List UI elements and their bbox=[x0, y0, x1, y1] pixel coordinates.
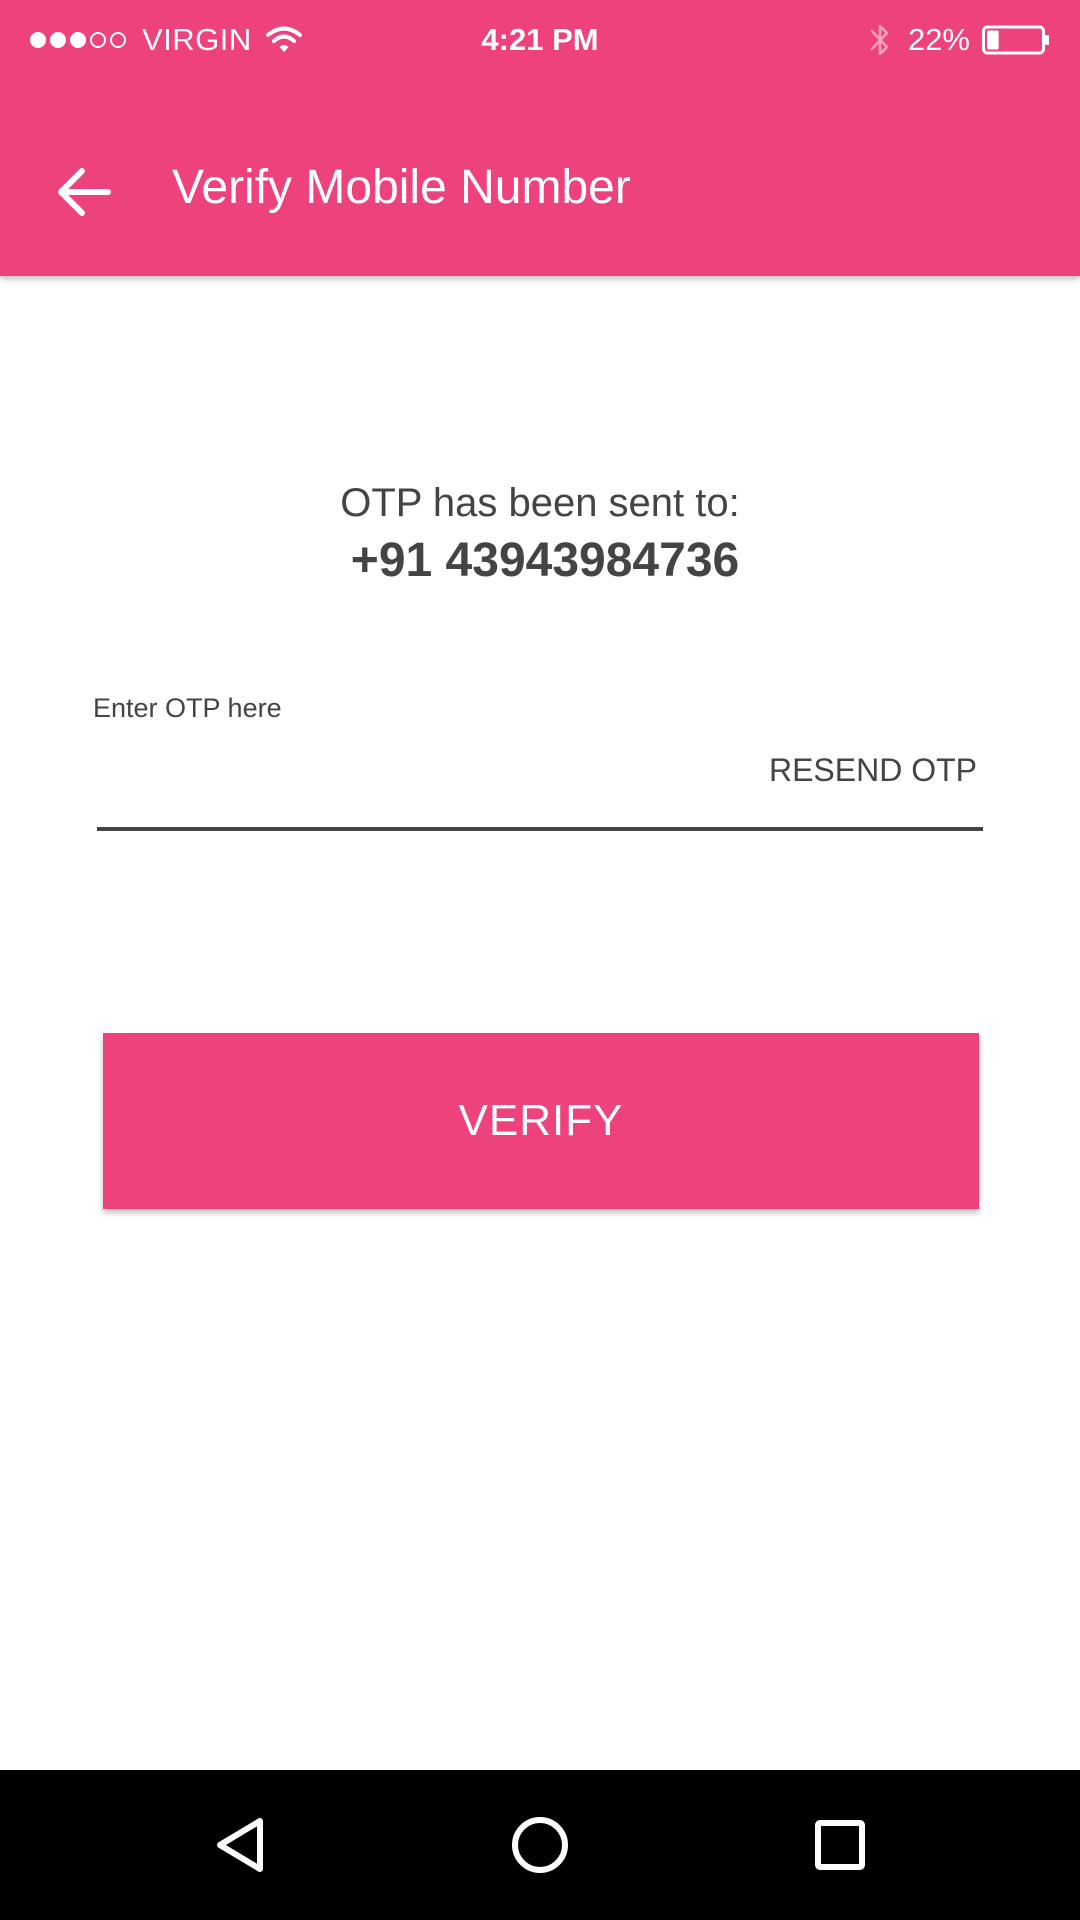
circle-home-icon bbox=[512, 1817, 568, 1873]
status-bar: VIRGIN 4:21 PM 22% bbox=[0, 0, 1080, 78]
page-title: Verify Mobile Number bbox=[172, 161, 631, 214]
verify-mobile-screen: VIRGIN 4:21 PM 22% Verify Mobile Number … bbox=[0, 0, 1080, 1920]
nav-home-button[interactable] bbox=[490, 1795, 590, 1895]
bluetooth-icon bbox=[870, 24, 889, 56]
otp-sent-info: OTP has been sent to: +91 43943984736 bbox=[0, 476, 1080, 592]
nav-back-button[interactable] bbox=[190, 1795, 290, 1895]
triangle-back-icon bbox=[217, 1818, 263, 1872]
verify-button[interactable]: VERIFY bbox=[103, 1033, 979, 1209]
arrow-left-icon[interactable] bbox=[56, 166, 112, 218]
square-recents-icon bbox=[815, 1820, 865, 1870]
battery-icon bbox=[982, 25, 1049, 55]
app-header: VIRGIN 4:21 PM 22% Verify Mobile Number bbox=[0, 0, 1080, 276]
battery-percent: 22% bbox=[907, 22, 970, 57]
otp-sent-label: OTP has been sent to: bbox=[340, 481, 740, 525]
otp-input[interactable] bbox=[97, 740, 737, 804]
nav-recents-button[interactable] bbox=[790, 1795, 890, 1895]
android-nav-bar bbox=[0, 1770, 1080, 1920]
otp-field-label: Enter OTP here bbox=[93, 693, 282, 723]
otp-input-underline bbox=[97, 827, 983, 831]
resend-otp-button[interactable]: RESEND OTP bbox=[769, 750, 977, 790]
phone-number: +91 43943984736 bbox=[350, 534, 740, 587]
toolbar: Verify Mobile Number bbox=[0, 120, 1080, 260]
status-right: 22% bbox=[868, 20, 1050, 60]
